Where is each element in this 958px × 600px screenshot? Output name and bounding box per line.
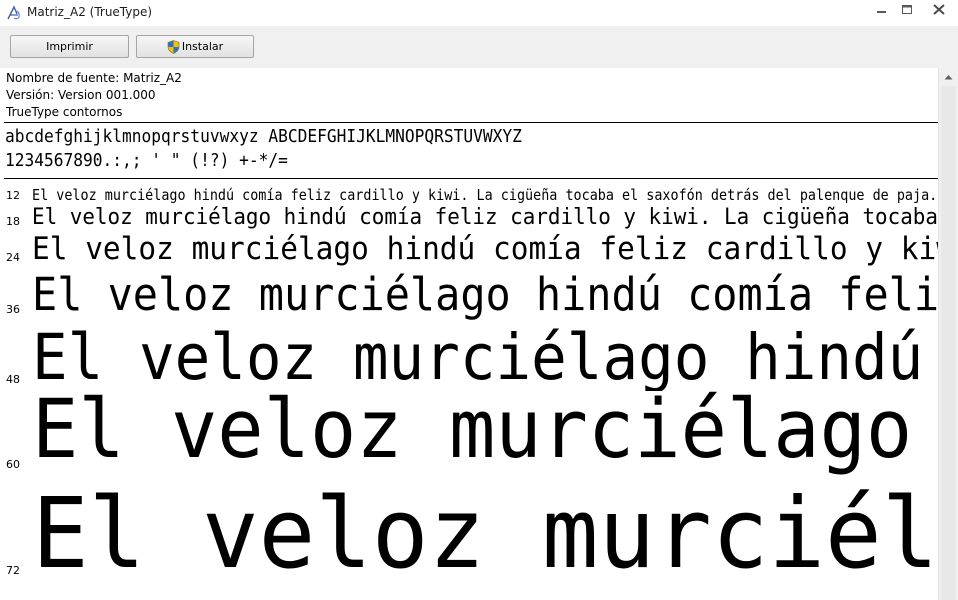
chevron-up-icon: [944, 74, 953, 79]
sample-row-24: 24 El veloz murciélago hindú comía feliz…: [0, 232, 938, 270]
size-label: 18: [6, 215, 20, 228]
window-title: Matriz_A2 (TrueType): [27, 5, 153, 19]
uac-shield-icon: [167, 39, 180, 54]
sample-row-36: 36 El veloz murciélago hindú comía feliz: [0, 270, 938, 326]
font-version-line: Versión: Version 001.000: [6, 88, 156, 102]
size-label: 60: [6, 458, 20, 471]
scroll-track[interactable]: [941, 86, 956, 600]
size-label: 36: [6, 303, 20, 316]
sample-row-18: 18 El veloz murciélago hindú comía feliz…: [0, 206, 938, 232]
sample-row-72: 72 El veloz murciélago: [0, 479, 938, 600]
font-preview-pane: Nombre de fuente: Matriz_A2 Versión: Ver…: [0, 68, 938, 600]
charset-line-letters: abcdefghijklmnopqrstuvwxyz ABCDEFGHIJKLM…: [5, 126, 522, 147]
font-type-line: TrueType contornos: [6, 105, 123, 119]
print-button-label: Imprimir: [46, 40, 93, 53]
close-icon[interactable]: [920, 0, 958, 20]
title-bar: Matriz_A2 (TrueType): [0, 0, 958, 26]
sample-text: El veloz murciélago hindú comía feliz ca…: [32, 206, 938, 230]
sample-text: El veloz murciélago hindú co: [32, 326, 938, 391]
size-label: 48: [6, 373, 20, 386]
sample-row-12: 12 El veloz murciélago hindú comía feliz…: [0, 184, 938, 206]
charset-line-digits: 1234567890.:,; ' " (!?) +-*/=: [5, 150, 288, 171]
sample-text: El veloz murciélago hin: [32, 391, 938, 477]
vertical-scrollbar[interactable]: [938, 68, 958, 600]
sample-text: El veloz murciélago hindú comía feliz ca…: [32, 186, 938, 204]
sample-text: El veloz murciélago hindú comía feliz ca…: [32, 232, 938, 267]
sample-row-60: 60 El veloz murciélago hin: [0, 391, 938, 479]
divider-top: [4, 122, 938, 123]
size-label: 12: [6, 189, 20, 202]
sample-row-48: 48 El veloz murciélago hindú co: [0, 326, 938, 391]
maximize-icon[interactable]: [894, 0, 920, 20]
scroll-up-button[interactable]: [939, 68, 958, 85]
sample-text: El veloz murciélago hindú comía feliz: [32, 270, 938, 321]
print-button[interactable]: Imprimir: [10, 35, 129, 58]
size-label: 72: [6, 564, 20, 577]
font-viewer-window: Matriz_A2 (TrueType) Imprimir Instalar N…: [0, 0, 958, 600]
font-viewer-icon: [7, 5, 20, 20]
toolbar: Imprimir Instalar: [0, 26, 958, 68]
divider-bottom: [4, 178, 938, 179]
install-button-label: Instalar: [181, 40, 224, 53]
sample-text: El veloz murciélago: [32, 479, 938, 590]
install-button[interactable]: Instalar: [136, 35, 254, 58]
minimize-icon[interactable]: [868, 0, 894, 20]
font-name-line: Nombre de fuente: Matriz_A2: [6, 71, 182, 85]
size-label: 24: [6, 251, 20, 264]
